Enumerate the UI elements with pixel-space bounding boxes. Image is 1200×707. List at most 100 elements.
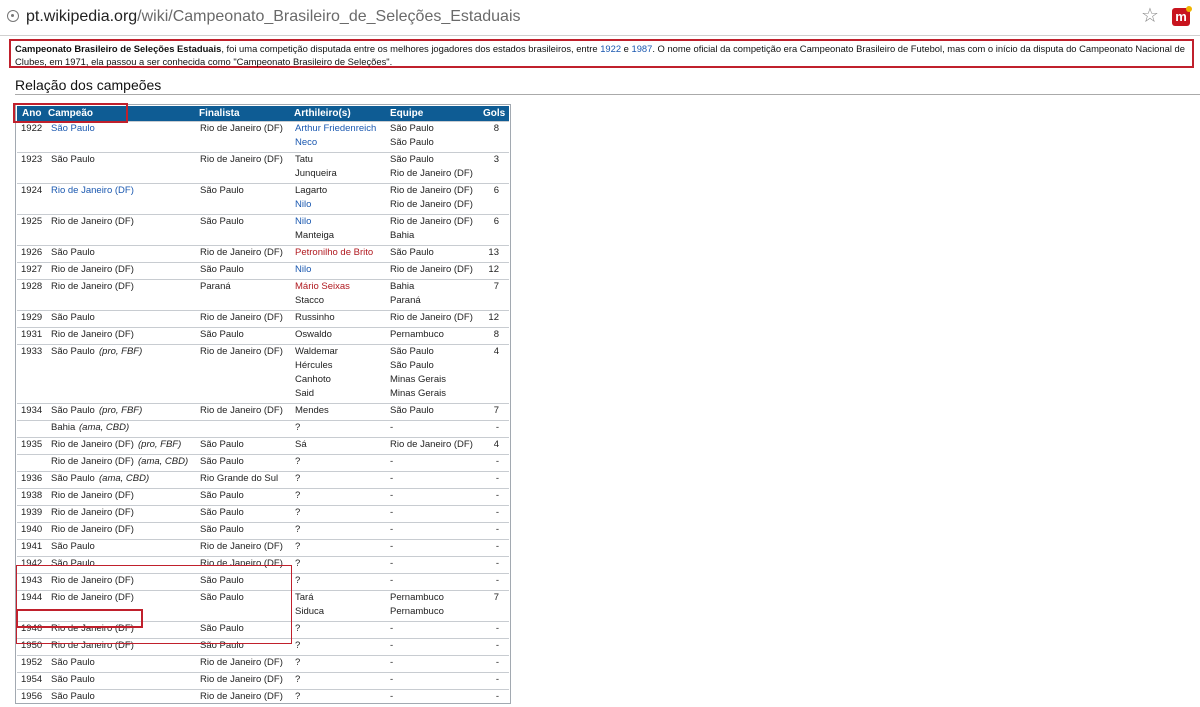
table-row: 1931 Rio de Janeiro (DF) São Paulo Oswaldo P… <box>17 327 509 345</box>
cell-gols: - <box>495 456 499 467</box>
cell-campeao: Rio de Janeiro (DF) <box>51 216 134 227</box>
url-path: /wiki/Campeonato_Brasileiro_de_Seleções_… <box>137 8 521 25</box>
cell-ano: 1925 <box>21 216 43 227</box>
header-gols[interactable]: Gols <box>483 108 505 120</box>
extension-icon[interactable]: m <box>1172 6 1192 26</box>
header-artilheiros[interactable]: Arthileiro(s) <box>294 108 351 120</box>
cell-finalista: São Paulo <box>200 507 244 518</box>
table-row: 1925 Rio de Janeiro (DF) São Paulo Nilo Mant… <box>17 214 509 246</box>
cell-equipe: - <box>390 623 394 634</box>
cell-artilheiro[interactable]: Arthur Friedenreich <box>295 122 376 136</box>
cell-gols: - <box>495 524 499 535</box>
cell-artilheiro: ? <box>295 456 301 467</box>
cell-equipe: Rio de Janeiro (DF) <box>390 168 473 179</box>
cell-artilheiro: ? <box>295 657 301 668</box>
cell-equipe: Paraná <box>390 295 421 306</box>
link-year-1987[interactable]: 1987 <box>631 43 652 54</box>
cell-gols: 6 <box>493 185 499 196</box>
cell-gols: - <box>495 558 499 569</box>
cell-gols: 4 <box>493 346 499 357</box>
cell-equipe: Minas Gerais <box>390 374 446 385</box>
cell-ano: 1922 <box>21 123 43 134</box>
cell-equipe: São Paulo <box>390 360 434 371</box>
cell-artilheiro: ? <box>295 473 301 484</box>
header-finalista[interactable]: Finalista <box>199 108 240 120</box>
cell-equipe: - <box>390 456 394 467</box>
table-row: 1923 São Paulo Rio de Janeiro (DF) Tatu Junq… <box>17 152 509 184</box>
table-row: 1938 Rio de Janeiro (DF) São Paulo? - - <box>17 488 509 506</box>
cell-campeao: Rio de Janeiro (DF) <box>51 456 134 467</box>
address-bar[interactable]: pt.wikipedia.org/wiki/Campeonato_Brasile… <box>0 0 1200 36</box>
cell-ano: 1939 <box>21 507 43 518</box>
cell-gols: 7 <box>493 405 499 416</box>
cell-equipe: Rio de Janeiro (DF) <box>390 216 473 227</box>
url-text[interactable]: pt.wikipedia.org/wiki/Campeonato_Brasile… <box>26 8 521 26</box>
cell-equipe: - <box>390 674 394 685</box>
cell-artilheiro: ? <box>295 575 301 586</box>
cell-gols: - <box>495 674 499 685</box>
cell-finalista: Rio de Janeiro (DF) <box>200 541 283 552</box>
section-title: Relação dos campeões <box>15 77 162 93</box>
cell-campeao: Rio de Janeiro (DF) <box>51 439 134 450</box>
cell-equipe: - <box>390 558 394 569</box>
cell-campeao[interactable]: São Paulo <box>51 122 95 136</box>
table-row: 1934 São Paulo (pro, FBF) Rio de Janeiro (D… <box>17 403 509 421</box>
cell-ano: 1923 <box>21 154 43 165</box>
cell-gols: 8 <box>493 329 499 340</box>
bookmark-star-icon[interactable]: ☆ <box>1140 6 1160 26</box>
header-equipe[interactable]: Equipe <box>390 108 423 120</box>
cell-artilheiro: ? <box>295 640 301 651</box>
cell-equipe: Bahia <box>390 230 415 241</box>
cell-finalista: Rio de Janeiro (DF) <box>200 123 283 134</box>
cell-artilheiro[interactable]: Petronilho de Brito <box>295 246 373 260</box>
cell-equipe: Minas Gerais <box>390 388 446 399</box>
cell-gols: - <box>495 541 499 552</box>
cell-gols: - <box>495 657 499 668</box>
cell-gols: - <box>495 575 499 586</box>
table-row: 1956 São Paulo Rio de Janeiro (DF)? - - <box>17 689 509 707</box>
cell-artilheiro[interactable]: Nilo <box>295 215 311 229</box>
table-row: 1933 São Paulo (pro, FBF) Rio de Janeiro (D… <box>17 344 509 404</box>
cell-equipe: Pernambuco <box>390 606 444 617</box>
cell-artilheiro[interactable]: Mário Seixas <box>295 280 350 294</box>
link-year-1922[interactable]: 1922 <box>600 43 621 54</box>
cell-campeao: Rio de Janeiro (DF) <box>51 490 134 501</box>
table-row: 1940 Rio de Janeiro (DF) São Paulo? - - <box>17 522 509 540</box>
cell-campeao-note: (pro, FBF) <box>99 405 143 416</box>
highlight-1943-1950-box <box>16 565 292 644</box>
table-row: 1929 São Paulo Rio de Janeiro (DF) Russinho… <box>17 310 509 328</box>
cell-artilheiro: ? <box>295 691 301 702</box>
cell-ano: 1927 <box>21 264 43 275</box>
table-row: 1927 Rio de Janeiro (DF) São Paulo Nilo Rio … <box>17 262 509 280</box>
cell-campeao: São Paulo <box>51 657 95 668</box>
cell-campeao: São Paulo <box>51 473 95 484</box>
cell-gols: 7 <box>493 281 499 292</box>
cell-campeao[interactable]: Rio de Janeiro (DF) <box>51 184 134 198</box>
cell-artilheiro: ? <box>295 422 301 433</box>
cell-artilheiro[interactable]: Neco <box>295 136 317 150</box>
cell-artilheiro[interactable]: Nilo <box>295 263 311 277</box>
cell-gols: 12 <box>488 312 499 323</box>
cell-finalista: Rio de Janeiro (DF) <box>200 312 283 323</box>
cell-equipe: Bahia <box>390 281 415 292</box>
cell-finalista: São Paulo <box>200 456 244 467</box>
cell-equipe: - <box>390 640 394 651</box>
cell-finalista: São Paulo <box>200 439 244 450</box>
cell-gols: - <box>495 640 499 651</box>
cell-equipe: - <box>390 691 394 702</box>
table-row: 1939 Rio de Janeiro (DF) São Paulo? - - <box>17 505 509 523</box>
cell-artilheiro: Lagarto <box>295 185 328 196</box>
cell-ano: 1936 <box>21 473 43 484</box>
cell-artilheiro: Said <box>295 388 315 399</box>
cell-gols: 7 <box>493 592 499 603</box>
cell-campeao-note: (ama, CBD) <box>138 456 189 467</box>
cell-equipe: São Paulo <box>390 154 434 165</box>
cell-gols: - <box>495 507 499 518</box>
section-divider <box>15 94 1200 95</box>
cell-finalista: São Paulo <box>200 185 244 196</box>
table-row: Rio de Janeiro (DF) (ama, CBD) São Paulo? -… <box>17 454 509 472</box>
cell-equipe: São Paulo <box>390 346 434 357</box>
cell-artilheiro[interactable]: Nilo <box>295 198 311 212</box>
cell-campeao-note: (pro, FBF) <box>138 439 182 450</box>
page-info-icon[interactable] <box>7 10 19 22</box>
